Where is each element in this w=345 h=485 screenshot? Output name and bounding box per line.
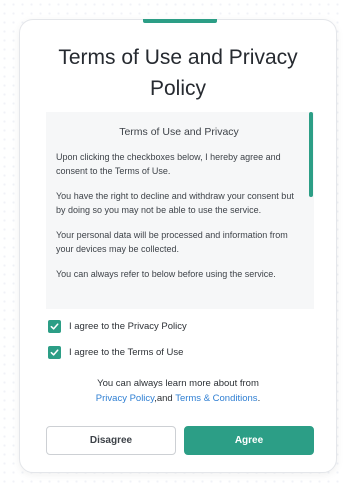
terms-conditions-link[interactable]: Terms & Conditions: [175, 393, 257, 404]
terms-of-use-label: I agree to the Terms of Use: [69, 347, 184, 358]
checkmark-icon: [50, 349, 59, 356]
agree-button[interactable]: Agree: [184, 426, 314, 455]
privacy-policy-checkbox[interactable]: [48, 320, 61, 333]
checkmark-icon: [50, 323, 59, 330]
scrollbar-thumb[interactable]: [309, 112, 313, 197]
terms-of-use-checkbox-row[interactable]: I agree to the Terms of Use: [48, 346, 183, 359]
terms-scroll-area[interactable]: Terms of Use and Privacy Upon clicking t…: [46, 112, 314, 309]
terms-paragraph: You have the right to decline and withdr…: [56, 191, 294, 215]
terms-paragraph: Upon clicking the checkboxes below, I he…: [56, 152, 281, 176]
privacy-policy-label: I agree to the Privacy Policy: [69, 321, 187, 332]
terms-of-use-checkbox[interactable]: [48, 346, 61, 359]
privacy-policy-link[interactable]: Privacy Policy: [96, 393, 154, 404]
terms-paragraph: Your personal data will be processed and…: [56, 230, 288, 254]
terms-content: Terms of Use and Privacy Upon clicking t…: [46, 112, 314, 281]
terms-heading: Terms of Use and Privacy: [119, 126, 239, 138]
dialog-title: Terms of Use and Privacy Policy: [58, 46, 298, 100]
accent-bar: [143, 19, 217, 23]
learn-more-joiner: ,and: [154, 393, 176, 404]
learn-more-line: You can always learn more about from: [97, 378, 259, 389]
terms-paragraph: You can always refer to below before usi…: [56, 269, 276, 279]
consent-dialog: Terms of Use and Privacy Policy Terms of…: [19, 19, 337, 473]
learn-more-text: You can always learn more about from Pri…: [20, 376, 336, 406]
privacy-policy-checkbox-row[interactable]: I agree to the Privacy Policy: [48, 320, 187, 333]
learn-more-end: .: [257, 393, 261, 404]
disagree-button[interactable]: Disagree: [46, 426, 176, 455]
